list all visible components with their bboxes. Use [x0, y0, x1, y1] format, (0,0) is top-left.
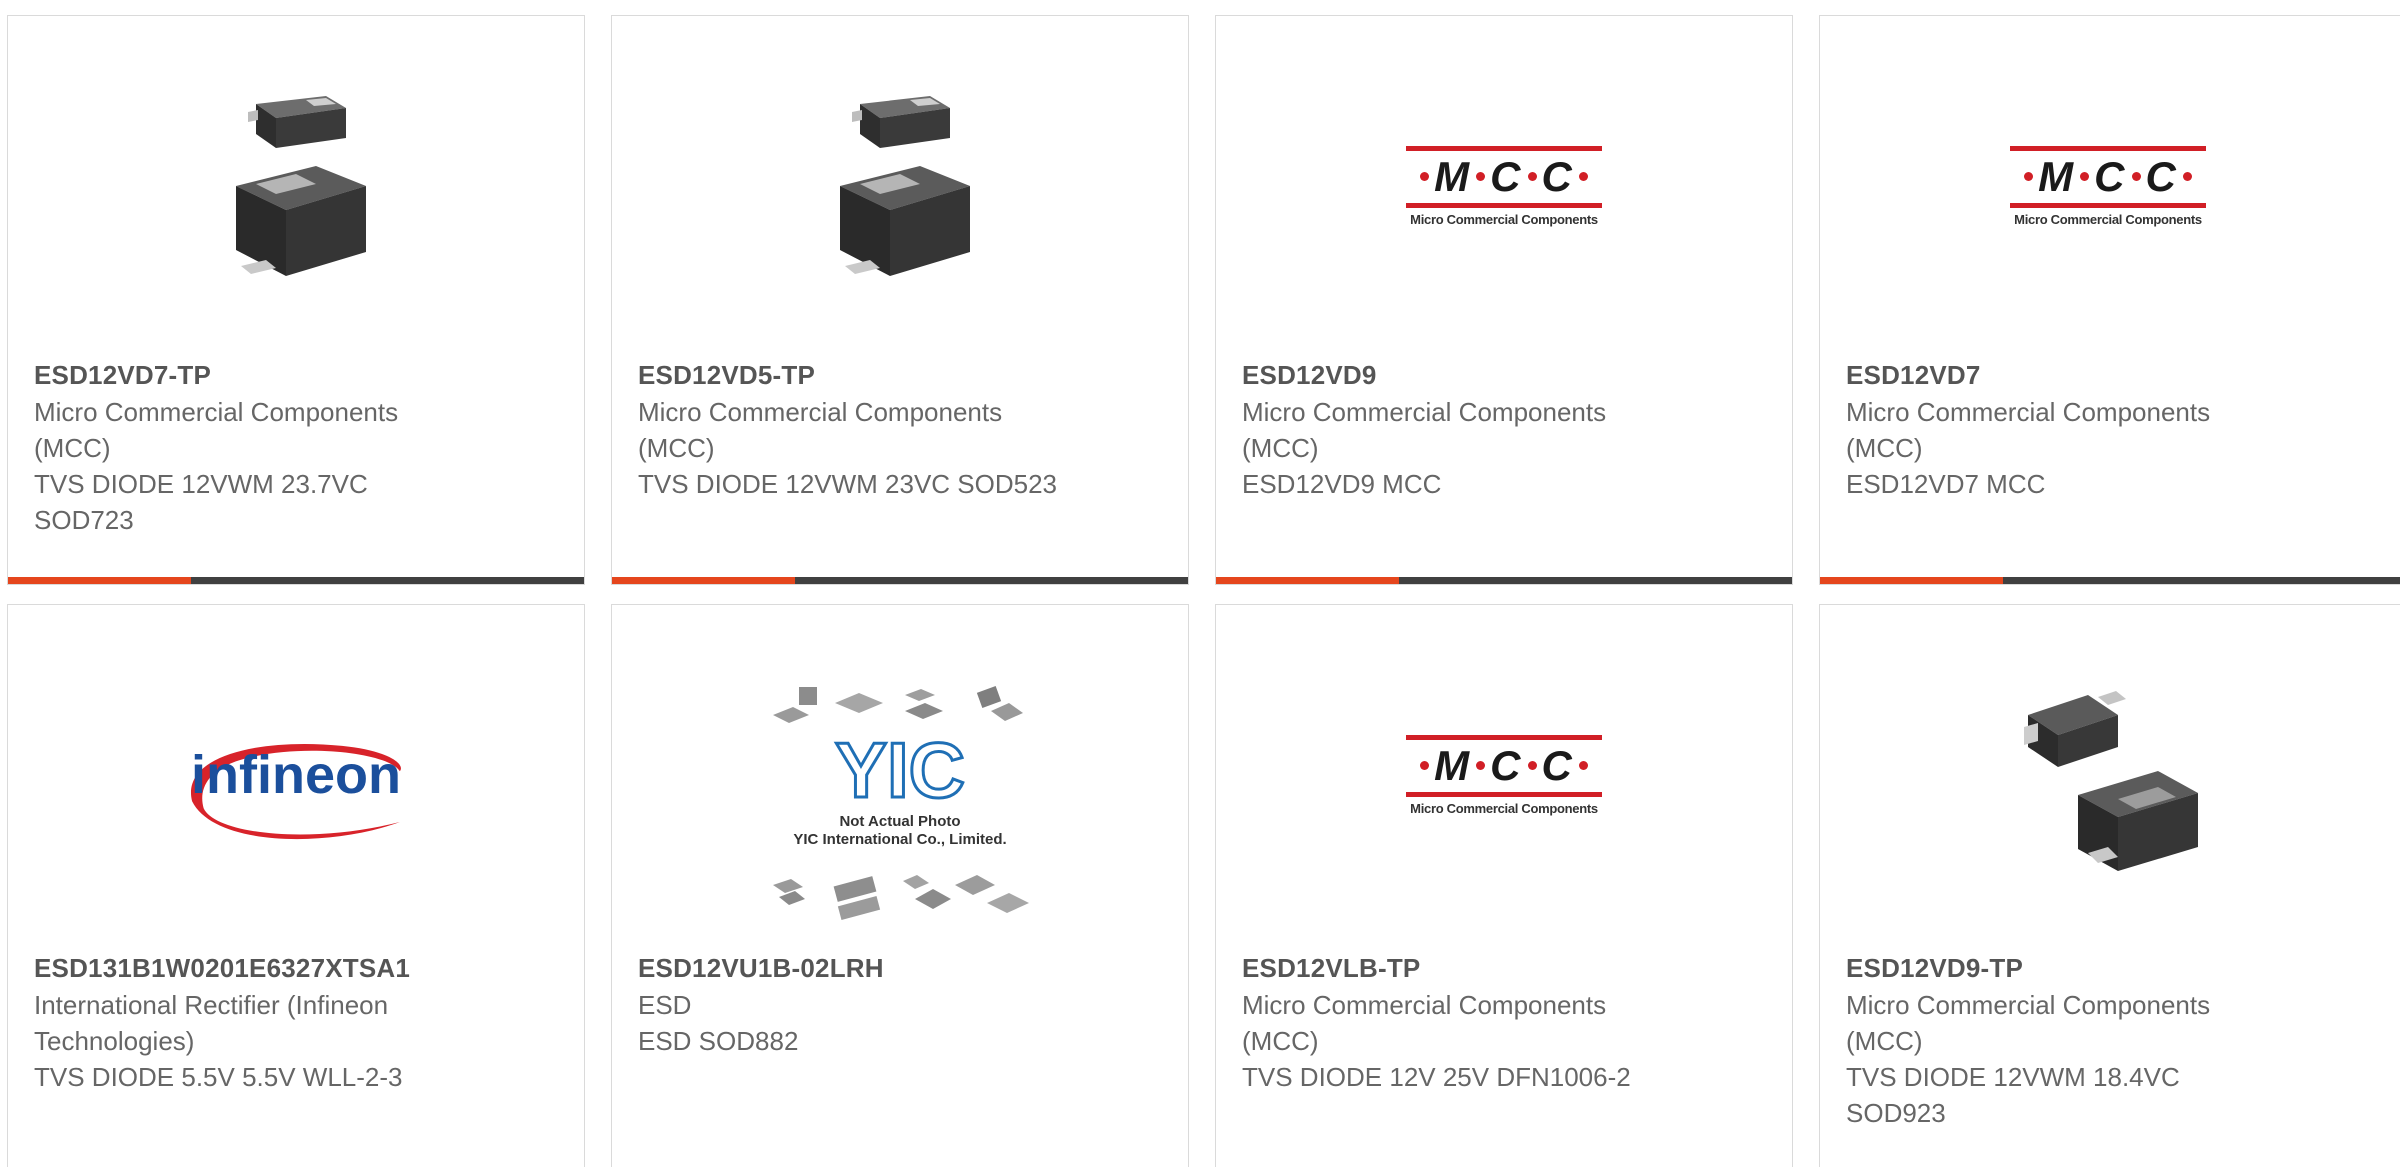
- svg-text:YIC: YIC: [835, 726, 965, 814]
- manufacturer: Micro Commercial Components (MCC): [638, 397, 1003, 463]
- mcc-logo: MCC Micro Commercial Components: [1406, 734, 1602, 816]
- card-bottom-bar: [1216, 577, 1792, 584]
- part-number[interactable]: ESD12VLB-TP: [1242, 949, 1766, 987]
- description: TVS DIODE 12V 25V DFN1006-2: [1242, 1062, 1631, 1092]
- part-number[interactable]: ESD12VD9-TP: [1846, 949, 2382, 987]
- description: ESD12VD9 MCC: [1242, 469, 1442, 499]
- description: ESD SOD882: [638, 1026, 799, 1056]
- part-number[interactable]: ESD12VD7: [1846, 356, 2382, 394]
- manufacturer: Micro Commercial Components (MCC): [1846, 990, 2211, 1056]
- manufacturer: Micro Commercial Components (MCC): [1242, 397, 1607, 463]
- card-accent: [1216, 577, 1399, 584]
- product-grid: ESD12VD7-TP Micro Commercial Components …: [0, 0, 2400, 1167]
- product-info: ESD12VD9-TP Micro Commercial Components …: [1846, 949, 2382, 1131]
- product-image[interactable]: MCC Micro Commercial Components: [1820, 71, 2396, 301]
- product-card[interactable]: ESD12VD5-TP Micro Commercial Components …: [611, 15, 1189, 585]
- product-info: ESD12VD5-TP Micro Commercial Components …: [638, 356, 1162, 502]
- card-accent: [612, 577, 795, 584]
- sod-package-photo: [196, 86, 396, 286]
- card-accent: [1820, 577, 2003, 584]
- product-image[interactable]: infineon: [8, 660, 584, 890]
- part-number[interactable]: ESD12VD9: [1242, 356, 1766, 394]
- manufacturer: ESD: [638, 990, 692, 1020]
- product-card[interactable]: MCC Micro Commercial Components ESD12VD9…: [1215, 15, 1793, 585]
- product-image[interactable]: YIC Not Actual Photo YIC International C…: [612, 686, 1188, 920]
- manufacturer: Micro Commercial Components (MCC): [1242, 990, 1607, 1056]
- product-image[interactable]: [1820, 660, 2396, 890]
- mcc-logo: MCC Micro Commercial Components: [2010, 145, 2206, 227]
- sod-package-photo: [800, 86, 1000, 286]
- mcc-logo: MCC Micro Commercial Components: [1406, 145, 1602, 227]
- card-bottom-bar: [8, 577, 584, 584]
- manufacturer: Micro Commercial Components (MCC): [34, 397, 399, 463]
- product-info: ESD131B1W0201E6327XTSA1 International Re…: [34, 949, 558, 1095]
- product-image[interactable]: [612, 71, 1188, 301]
- description: ESD12VD7 MCC: [1846, 469, 2046, 499]
- product-image[interactable]: [8, 71, 584, 301]
- part-number[interactable]: ESD131B1W0201E6327XTSA1: [34, 949, 558, 987]
- product-info: ESD12VD9 Micro Commercial Components (MC…: [1242, 356, 1766, 502]
- product-info: ESD12VU1B-02LRH ESD ESD SOD882: [638, 949, 1162, 1059]
- product-info: ESD12VD7 Micro Commercial Components (MC…: [1846, 356, 2382, 502]
- product-info: ESD12VD7-TP Micro Commercial Components …: [34, 356, 558, 538]
- yic-placeholder-image: YIC Not Actual Photo YIC International C…: [765, 685, 1035, 925]
- product-card[interactable]: infineon ESD131B1W0201E6327XTSA1 Interna…: [7, 604, 585, 1167]
- infineon-logo: infineon: [177, 738, 415, 840]
- manufacturer: Micro Commercial Components (MCC): [1846, 397, 2211, 463]
- description: TVS DIODE 5.5V 5.5V WLL-2-3: [34, 1062, 403, 1092]
- card-accent: [8, 577, 191, 584]
- product-card[interactable]: ESD12VD9-TP Micro Commercial Components …: [1819, 604, 2400, 1167]
- product-card[interactable]: MCC Micro Commercial Components ESD12VLB…: [1215, 604, 1793, 1167]
- part-number[interactable]: ESD12VD7-TP: [34, 356, 558, 394]
- product-card[interactable]: ESD12VD7-TP Micro Commercial Components …: [7, 15, 585, 585]
- description: TVS DIODE 12VWM 23VC SOD523: [638, 469, 1058, 499]
- manufacturer: International Rectifier (Infineon Techno…: [34, 990, 389, 1056]
- product-info: ESD12VLB-TP Micro Commercial Components …: [1242, 949, 1766, 1095]
- product-card[interactable]: MCC Micro Commercial Components ESD12VD7…: [1819, 15, 2400, 585]
- card-bottom-bar: [1820, 577, 2400, 584]
- product-image[interactable]: MCC Micro Commercial Components: [1216, 660, 1792, 890]
- description: TVS DIODE 12VWM 18.4VC SOD923: [1846, 1062, 2180, 1128]
- part-number[interactable]: ESD12VD5-TP: [638, 356, 1162, 394]
- product-card[interactable]: YIC Not Actual Photo YIC International C…: [611, 604, 1189, 1167]
- card-bottom-bar: [612, 577, 1188, 584]
- sod-package-photo: [2008, 675, 2208, 875]
- product-image[interactable]: MCC Micro Commercial Components: [1216, 71, 1792, 301]
- part-number[interactable]: ESD12VU1B-02LRH: [638, 949, 1162, 987]
- description: TVS DIODE 12VWM 23.7VC SOD723: [34, 469, 368, 535]
